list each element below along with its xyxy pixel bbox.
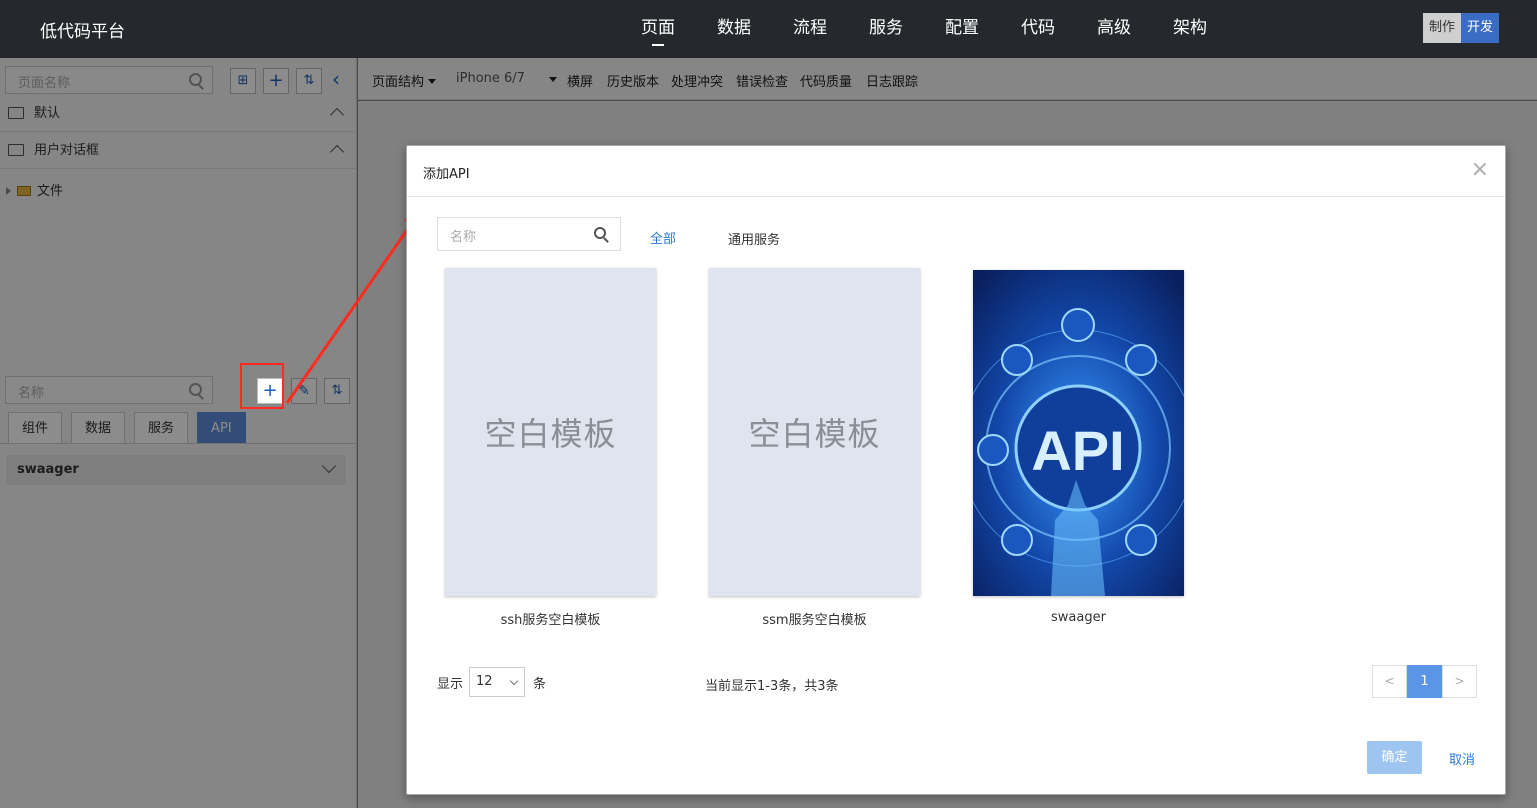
api-search-placeholder: 名称: [450, 230, 477, 245]
add-api-dialog: 添加API × 名称 全部 通用服务 空白模板 ssh服务空白模板 空白模板 s…: [406, 145, 1506, 795]
card-title: ssh服务空白模板: [500, 613, 601, 628]
nav-item-page[interactable]: 页面: [620, 0, 696, 58]
api-search-input[interactable]: 名称: [437, 217, 621, 251]
mode-toggle: 制作 开发: [1423, 13, 1499, 43]
card-title: swaager: [1051, 610, 1106, 625]
page-button[interactable]: 1: [1407, 665, 1442, 698]
confirm-button[interactable]: 确定: [1367, 741, 1422, 774]
nav-item-architecture[interactable]: 架构: [1152, 0, 1228, 58]
nav-item-data[interactable]: 数据: [696, 0, 772, 58]
top-bar: 低代码平台 页面 数据 流程 服务 配置 代码 高级 架构 制作 开发: [0, 0, 1537, 58]
filter-common-services[interactable]: 通用服务: [728, 229, 780, 248]
card-thumbnail: 空白模板: [709, 268, 920, 596]
card-title: ssm服务空白模板: [762, 613, 867, 628]
mode-make-button[interactable]: 制作: [1423, 13, 1461, 43]
filter-all[interactable]: 全部: [650, 228, 676, 247]
template-card[interactable]: 空白模板 ssh服务空白模板: [445, 268, 656, 628]
nav-item-advanced[interactable]: 高级: [1076, 0, 1152, 58]
card-thumbnail: 空白模板: [445, 268, 656, 596]
nav-item-config[interactable]: 配置: [924, 0, 1000, 58]
nav-item-code[interactable]: 代码: [1000, 0, 1076, 58]
page-size-value: 12: [476, 674, 493, 689]
search-icon: [594, 227, 606, 239]
dialog-header: 添加API ×: [407, 146, 1505, 197]
brand-title: 低代码平台: [40, 22, 125, 42]
page-size-label: 显示: [437, 676, 464, 692]
next-page-button[interactable]: >: [1442, 665, 1477, 698]
template-card[interactable]: API swaager: [973, 270, 1184, 625]
nav-item-flow[interactable]: 流程: [772, 0, 848, 58]
api-logo-text: API: [1031, 419, 1124, 482]
prev-page-button[interactable]: <: [1372, 665, 1407, 698]
mode-dev-button[interactable]: 开发: [1461, 13, 1499, 43]
api-illustration: API: [973, 270, 1184, 596]
chevron-down-icon: [509, 676, 519, 686]
annotation-highlight-box: [240, 363, 284, 409]
pagination: < 1 >: [1372, 665, 1477, 698]
close-icon[interactable]: ×: [1471, 158, 1489, 182]
page-size-unit: 条: [533, 676, 547, 692]
page-size-select[interactable]: 12: [469, 667, 526, 697]
main-nav: 页面 数据 流程 服务 配置 代码 高级 架构: [620, 0, 1228, 58]
dialog-title: 添加API: [423, 167, 470, 182]
page-size-control: 显示 12 条: [437, 667, 546, 697]
pagination-info: 当前显示1-3条，共3条: [705, 679, 839, 694]
template-card[interactable]: 空白模板 ssm服务空白模板: [709, 268, 920, 628]
cancel-button[interactable]: 取消: [1449, 749, 1475, 768]
nav-item-service[interactable]: 服务: [848, 0, 924, 58]
